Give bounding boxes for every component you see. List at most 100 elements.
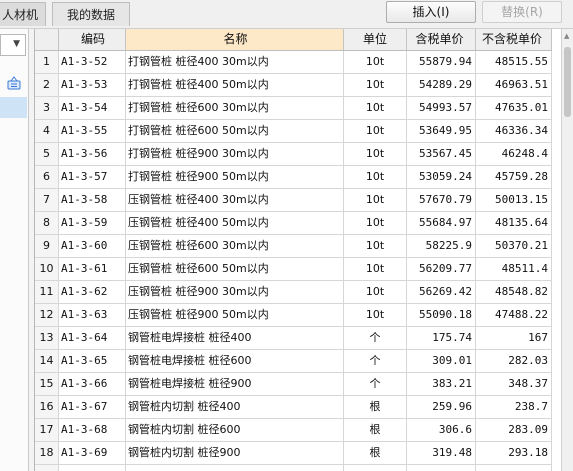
row-price-notax: 46336.34: [476, 120, 552, 143]
row-code: A1-3-68: [59, 419, 126, 442]
selected-tree-item[interactable]: [0, 97, 27, 118]
category-dropdown[interactable]: ▼: [0, 34, 26, 56]
row-unit: 10t: [344, 97, 407, 120]
row-price-notax: 167: [476, 327, 552, 350]
tab-materials[interactable]: 人材机: [0, 2, 46, 26]
header-price-notax[interactable]: 不含税单价: [476, 29, 552, 51]
row-index: 4: [35, 120, 59, 143]
row-name: 钢管桩电焊接桩 桩径600: [126, 350, 344, 373]
row-code: A1-3-64: [59, 327, 126, 350]
table-row[interactable]: 13 A1-3-64 钢管桩电焊接桩 桩径400 个 175.74 167: [35, 327, 562, 350]
row-name: 压钢管桩 桩径900 50m以内: [126, 304, 344, 327]
row-index: 8: [35, 212, 59, 235]
row-price-tax: 56269.42: [407, 281, 476, 304]
table-row[interactable]: 6 A1-3-57 打钢管桩 桩径900 50m以内 10t 53059.24 45759…: [35, 166, 562, 189]
row-price-notax: 47488.22: [476, 304, 552, 327]
row-price-notax: 45759.28: [476, 166, 552, 189]
row-price-tax: [407, 465, 476, 471]
row-code: A1-3-65: [59, 350, 126, 373]
row-index: 18: [35, 442, 59, 465]
row-unit: [344, 465, 407, 471]
row-code: A1-3-52: [59, 51, 126, 74]
chevron-down-icon: ▼: [13, 39, 20, 49]
table-row[interactable]: 15 A1-3-66 钢管桩电焊接桩 桩径900 个 383.21 348.37: [35, 373, 562, 396]
table-row[interactable]: 3 A1-3-54 打钢管桩 桩径600 30m以内 10t 54993.57 47635…: [35, 97, 562, 120]
row-price-notax: 48511.4: [476, 258, 552, 281]
header-unit[interactable]: 单位: [344, 29, 407, 51]
left-panel: ▼: [0, 29, 29, 471]
row-unit: 10t: [344, 281, 407, 304]
row-index: 15: [35, 373, 59, 396]
row-price-tax: 175.74: [407, 327, 476, 350]
row-price-tax: 53567.45: [407, 143, 476, 166]
row-unit: 10t: [344, 51, 407, 74]
table-row[interactable]: 1 A1-3-52 打钢管桩 桩径400 30m以内 10t 55879.94 48515…: [35, 51, 562, 74]
row-index: [35, 465, 59, 471]
basket-icon[interactable]: [7, 76, 21, 90]
row-code: A1-3-62: [59, 281, 126, 304]
table-row[interactable]: 18 A1-3-69 钢管桩内切割 桩径900 根 319.48 293.18: [35, 442, 562, 465]
row-unit: 根: [344, 419, 407, 442]
row-index: 16: [35, 396, 59, 419]
header-code[interactable]: 编码: [59, 29, 126, 51]
scrollbar-thumb[interactable]: [564, 47, 571, 117]
row-index: 17: [35, 419, 59, 442]
row-index: 11: [35, 281, 59, 304]
row-price-notax: 50370.21: [476, 235, 552, 258]
row-price-notax: 283.09: [476, 419, 552, 442]
row-code: A1-3-60: [59, 235, 126, 258]
table-row[interactable]: 10 A1-3-61 压钢管桩 桩径600 50m以内 10t 56209.77 4851…: [35, 258, 562, 281]
row-unit: 根: [344, 396, 407, 419]
table-row[interactable]: 4 A1-3-55 打钢管桩 桩径600 50m以内 10t 53649.95 46336…: [35, 120, 562, 143]
row-name: 打钢管桩 桩径900 30m以内: [126, 143, 344, 166]
row-unit: 10t: [344, 258, 407, 281]
quota-table: 编码 名称 单位 含税单价 不含税单价 1 A1-3-52 打钢管桩 桩径400 3…: [34, 29, 562, 471]
row-price-notax: 348.37: [476, 373, 552, 396]
table-row[interactable]: 8 A1-3-59 压钢管桩 桩径400 50m以内 10t 55684.97 48135…: [35, 212, 562, 235]
vertical-scrollbar[interactable]: ▲: [561, 29, 573, 471]
row-code: A1-3-56: [59, 143, 126, 166]
row-unit: 根: [344, 442, 407, 465]
table-row[interactable]: 17 A1-3-68 钢管桩内切割 桩径600 根 306.6 283.09: [35, 419, 562, 442]
header-name[interactable]: 名称: [126, 29, 344, 51]
insert-button[interactable]: 插入(I): [386, 1, 476, 23]
tab-my-data[interactable]: 我的数据: [52, 2, 130, 26]
row-name: [126, 465, 344, 471]
row-name: 钢管桩内切割 桩径600: [126, 419, 344, 442]
row-price-tax: 54289.29: [407, 74, 476, 97]
row-price-tax: 53059.24: [407, 166, 476, 189]
table-row[interactable]: 14 A1-3-65 钢管桩电焊接桩 桩径600 个 309.01 282.03: [35, 350, 562, 373]
row-name: 钢管桩电焊接桩 桩径900: [126, 373, 344, 396]
row-unit: 10t: [344, 143, 407, 166]
row-price-tax: 55090.18: [407, 304, 476, 327]
row-code: A1-3-67: [59, 396, 126, 419]
table-row[interactable]: 16 A1-3-67 钢管桩内切割 桩径400 根 259.96 238.7: [35, 396, 562, 419]
table-row[interactable]: 11 A1-3-62 压钢管桩 桩径900 30m以内 10t 56269.42 4854…: [35, 281, 562, 304]
row-code: A1-3-59: [59, 212, 126, 235]
row-index: 5: [35, 143, 59, 166]
row-price-notax: [476, 465, 552, 471]
table-row[interactable]: 12 A1-3-63 压钢管桩 桩径900 50m以内 10t 55090.18 4748…: [35, 304, 562, 327]
row-unit: 10t: [344, 120, 407, 143]
scroll-up-icon[interactable]: ▲: [564, 32, 569, 40]
row-index: 9: [35, 235, 59, 258]
row-unit: 10t: [344, 304, 407, 327]
row-name: 打钢管桩 桩径400 30m以内: [126, 51, 344, 74]
header-price-tax[interactable]: 含税单价: [407, 29, 476, 51]
row-code: A1-3-58: [59, 189, 126, 212]
row-name: 打钢管桩 桩径600 30m以内: [126, 97, 344, 120]
table-row[interactable]: 2 A1-3-53 打钢管桩 桩径400 50m以内 10t 54289.29 46963…: [35, 74, 562, 97]
table-row[interactable]: [35, 465, 562, 471]
row-name: 打钢管桩 桩径900 50m以内: [126, 166, 344, 189]
row-code: [59, 465, 126, 471]
row-unit: 个: [344, 350, 407, 373]
table-row[interactable]: 5 A1-3-56 打钢管桩 桩径900 30m以内 10t 53567.45 46248…: [35, 143, 562, 166]
row-unit: 10t: [344, 212, 407, 235]
row-unit: 10t: [344, 189, 407, 212]
table-row[interactable]: 7 A1-3-58 压钢管桩 桩径400 30m以内 10t 57670.79 50013…: [35, 189, 562, 212]
row-name: 打钢管桩 桩径400 50m以内: [126, 74, 344, 97]
table-header: 编码 名称 单位 含税单价 不含税单价: [35, 29, 562, 51]
row-price-tax: 57670.79: [407, 189, 476, 212]
table-row[interactable]: 9 A1-3-60 压钢管桩 桩径600 30m以内 10t 58225.9 50370.…: [35, 235, 562, 258]
replace-button[interactable]: 替换(R): [482, 1, 562, 23]
